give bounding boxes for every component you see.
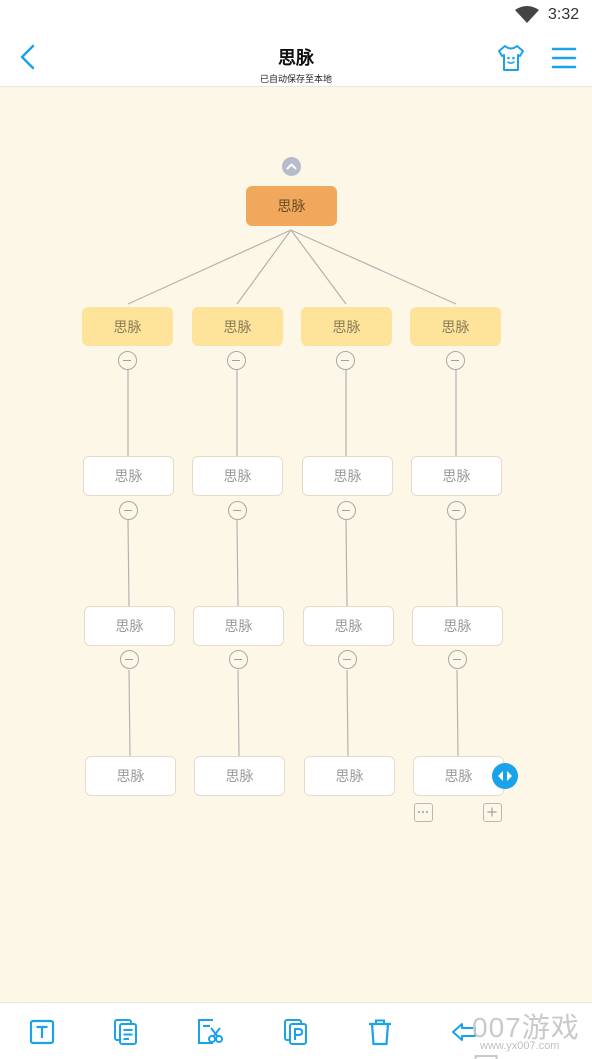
- root-node[interactable]: 思脉: [246, 186, 337, 226]
- chevron-up-icon: [286, 163, 297, 170]
- collapse-button[interactable]: [120, 650, 139, 669]
- branch-node[interactable]: 思脉: [192, 307, 283, 346]
- collapse-button[interactable]: [448, 650, 467, 669]
- collapse-button[interactable]: [229, 650, 248, 669]
- expand-parent-button[interactable]: [282, 157, 301, 176]
- collapse-button[interactable]: [446, 351, 465, 370]
- arrows-horizontal-icon: [498, 771, 512, 781]
- collapse-button[interactable]: [338, 650, 357, 669]
- more-options-button[interactable]: [414, 803, 433, 822]
- watermark-url: www.yx007.com: [480, 1040, 560, 1052]
- child-node[interactable]: 思脉: [411, 456, 502, 496]
- autosave-status: 已自动保存至本地: [259, 75, 332, 85]
- menu-icon[interactable]: [550, 44, 578, 72]
- collapse-button[interactable]: [336, 351, 355, 370]
- mindmap-canvas[interactable]: 思脉 思脉 思脉 思脉 思脉 思脉 思脉 思脉 思脉 思脉 思脉 思脉 思脉 思…: [0, 87, 592, 1002]
- collapse-button[interactable]: [337, 501, 356, 520]
- child-node[interactable]: 思脉: [83, 456, 174, 496]
- branch-node[interactable]: 思脉: [410, 307, 501, 346]
- collapse-button[interactable]: [228, 501, 247, 520]
- note-icon[interactable]: [112, 1017, 140, 1047]
- child-node[interactable]: 思脉: [302, 456, 393, 496]
- status-time: 3:32: [548, 6, 580, 23]
- child-node[interactable]: 思脉: [192, 456, 283, 496]
- wifi-icon: [515, 6, 539, 23]
- status-bar: 3:32: [0, 0, 592, 32]
- selected-node[interactable]: 思脉: [413, 756, 504, 796]
- child-node[interactable]: 思脉: [412, 606, 503, 646]
- text-icon[interactable]: [28, 1017, 56, 1047]
- dots-icon: [417, 810, 429, 814]
- plus-icon: [487, 807, 497, 817]
- branch-node[interactable]: 思脉: [301, 307, 392, 346]
- collapse-button[interactable]: [119, 501, 138, 520]
- child-node[interactable]: 思脉: [304, 756, 395, 796]
- branch-node[interactable]: 思脉: [82, 307, 173, 346]
- delete-icon[interactable]: [366, 1017, 394, 1047]
- app-header: 思脉 已自动保存至本地: [0, 32, 592, 87]
- collapse-button[interactable]: [447, 501, 466, 520]
- child-node[interactable]: 思脉: [85, 756, 176, 796]
- collapse-button[interactable]: [118, 351, 137, 370]
- shirt-icon[interactable]: [496, 43, 526, 73]
- add-node-button[interactable]: [483, 803, 502, 822]
- child-node[interactable]: 思脉: [193, 606, 284, 646]
- collapse-button[interactable]: [227, 351, 246, 370]
- watermark: 007游戏网 www.yx007.com: [458, 1006, 592, 1059]
- child-node[interactable]: 思脉: [303, 606, 394, 646]
- paste-icon[interactable]: [282, 1017, 310, 1047]
- cut-icon[interactable]: [196, 1017, 224, 1047]
- child-node[interactable]: 思脉: [194, 756, 285, 796]
- resize-handle[interactable]: [492, 763, 518, 789]
- child-node[interactable]: 思脉: [84, 606, 175, 646]
